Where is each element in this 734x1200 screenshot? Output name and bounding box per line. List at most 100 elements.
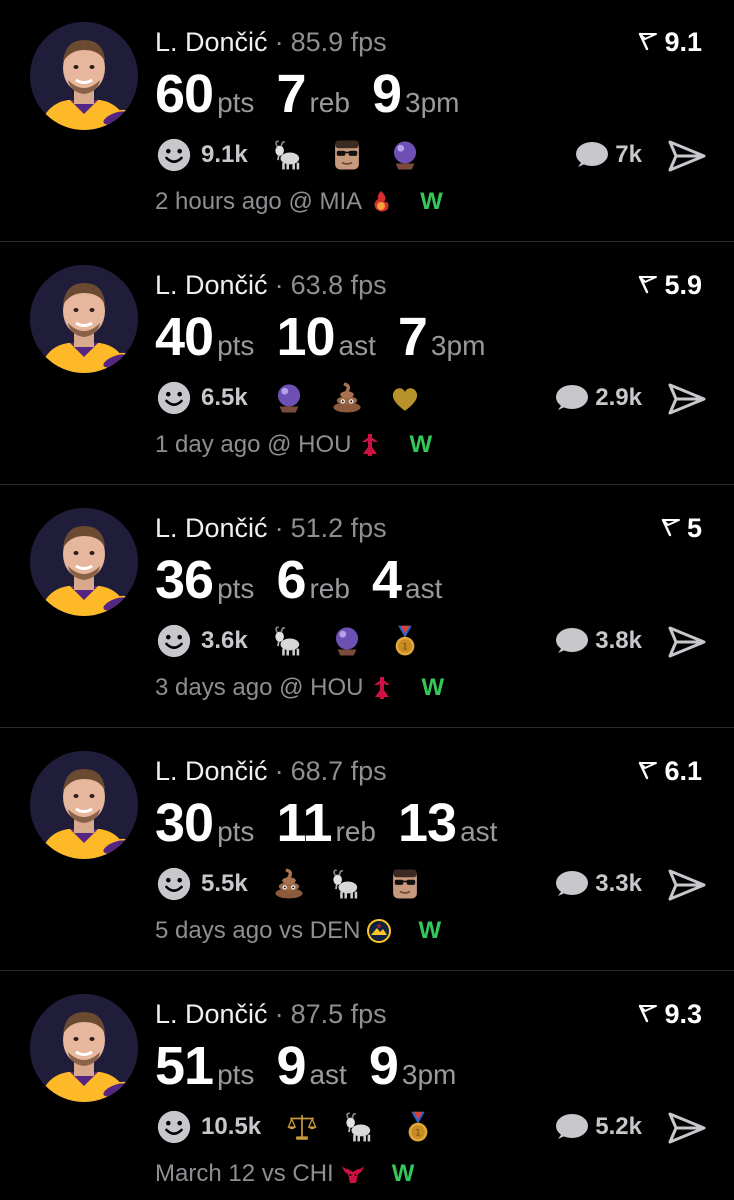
- reactions-row: 3.6k 1: [155, 622, 444, 660]
- reactions-row: 5.5k: [155, 865, 444, 903]
- bulls-logo: [340, 1161, 366, 1187]
- stat-value: 11: [276, 793, 332, 853]
- goat-emoji[interactable]: [270, 622, 308, 660]
- rating-value: 6.1: [664, 756, 702, 786]
- stat-value: 7: [276, 64, 306, 124]
- gold-medal-emoji[interactable]: 1: [386, 622, 424, 660]
- fantasy-points: 51.2 fps: [290, 513, 387, 543]
- crystal-ball-emoji[interactable]: [270, 379, 308, 417]
- post-time: 5 days ago: [155, 917, 273, 944]
- opponent: vs CHI: [261, 1160, 334, 1187]
- reactions-row: 6.5k: [155, 379, 444, 417]
- player-name[interactable]: L. Dončić: [155, 756, 268, 786]
- rating-value: 5.9: [664, 270, 702, 300]
- comments-button[interactable]: 7k: [573, 136, 642, 174]
- stat-unit: pts: [217, 1059, 255, 1090]
- game-result: W: [418, 917, 442, 944]
- sunglasses-man-emoji[interactable]: [328, 136, 366, 174]
- stat-value: 40: [155, 307, 214, 367]
- opponent: vs DEN: [279, 917, 361, 944]
- smiley-icon[interactable]: [155, 865, 193, 903]
- player-avatar[interactable]: [30, 265, 138, 373]
- rating-value: 5: [686, 513, 702, 543]
- svg-text:1: 1: [402, 643, 407, 653]
- poop-emoji[interactable]: [328, 379, 366, 417]
- smiley-icon[interactable]: [155, 136, 193, 174]
- smiley-icon[interactable]: [155, 1108, 193, 1146]
- gold-heart-emoji[interactable]: [386, 379, 424, 417]
- post-time: 2 hours ago: [155, 188, 282, 215]
- game-result: W: [421, 674, 445, 701]
- separator-dot: ·: [274, 513, 284, 543]
- sunglasses-man-emoji[interactable]: [386, 865, 424, 903]
- stat-item: 30 pts: [155, 793, 254, 853]
- rating-badge: 5: [661, 512, 702, 544]
- game-meta: 5 days ago vs DEN W: [155, 917, 441, 945]
- rating-value: 9.1: [664, 27, 702, 57]
- share-arrow-icon[interactable]: [668, 626, 706, 658]
- rating-flag-icon: [638, 998, 664, 1030]
- share-arrow-icon[interactable]: [668, 869, 706, 901]
- reaction-count: 9.1k: [201, 141, 248, 168]
- stat-item: 11 reb: [276, 793, 376, 853]
- post-card[interactable]: L. Dončić · 63.8 fps 5.9 40 pts 10 ast 7 3pm 6.5k 2…: [0, 243, 734, 485]
- separator-dot: ·: [274, 27, 284, 57]
- player-avatar[interactable]: [30, 508, 138, 616]
- player-avatar[interactable]: [30, 994, 138, 1102]
- rating-badge: 9.1: [638, 26, 702, 58]
- stat-item: 7 reb: [276, 64, 350, 124]
- player-name[interactable]: L. Dončić: [155, 999, 268, 1029]
- smiley-icon[interactable]: [155, 379, 193, 417]
- stat-value: 36: [155, 550, 214, 610]
- stat-line: 60 pts 7 reb 9 3pm: [155, 64, 481, 124]
- rating-flag-icon: [638, 269, 664, 301]
- separator-dot: ·: [274, 270, 284, 300]
- meta-space: [272, 917, 279, 945]
- comments-button[interactable]: 3.3k: [553, 865, 642, 903]
- post-card[interactable]: L. Dončić · 51.2 fps 5 36 pts 6 reb 4 ast 3.6k 1 3.8…: [0, 486, 734, 728]
- player-name[interactable]: L. Dončić: [155, 27, 268, 57]
- share-arrow-icon[interactable]: [668, 383, 706, 415]
- post-card[interactable]: L. Dončić · 85.9 fps 9.1 60 pts 7 reb 9 3pm 9.1k 7k…: [0, 0, 734, 242]
- opponent: @ MIA: [288, 188, 363, 215]
- stat-item: 9 3pm: [369, 1036, 457, 1096]
- stat-value: 10: [276, 307, 335, 367]
- stat-unit: ast: [405, 573, 443, 604]
- heat-logo: [368, 189, 394, 215]
- stat-value: 7: [397, 307, 428, 367]
- gold-medal-emoji[interactable]: 1: [399, 1108, 437, 1146]
- goat-emoji[interactable]: [341, 1108, 379, 1146]
- game-meta: 3 days ago @ HOU W: [155, 674, 444, 702]
- post-card[interactable]: L. Dončić · 87.5 fps 9.3 51 pts 9 ast 9 3pm 10.5k 1…: [0, 972, 734, 1200]
- crystal-ball-emoji[interactable]: [328, 622, 366, 660]
- stat-value: 13: [398, 793, 457, 853]
- goat-emoji[interactable]: [328, 865, 366, 903]
- svg-text:1: 1: [415, 1129, 420, 1139]
- rating-value: 9.3: [664, 999, 702, 1029]
- meta-space: [272, 674, 279, 702]
- smiley-icon[interactable]: [155, 622, 193, 660]
- scales-emoji[interactable]: [283, 1108, 321, 1146]
- post-card[interactable]: L. Dončić · 68.7 fps 6.1 30 pts 11 reb 13 ast 5.5k…: [0, 729, 734, 971]
- rating-flag-icon: [661, 512, 687, 544]
- meta-space: [255, 1160, 262, 1188]
- comments-button[interactable]: 3.8k: [553, 622, 642, 660]
- post-time: March 12: [155, 1160, 256, 1187]
- post-header: L. Dončić · 85.9 fps: [155, 26, 387, 58]
- player-avatar[interactable]: [30, 22, 138, 130]
- rating-badge: 9.3: [638, 998, 702, 1030]
- stat-value: 30: [155, 793, 214, 853]
- comments-button[interactable]: 5.2k: [553, 1108, 642, 1146]
- share-arrow-icon[interactable]: [668, 1112, 706, 1144]
- fantasy-points: 63.8 fps: [290, 270, 387, 300]
- crystal-ball-emoji[interactable]: [386, 136, 424, 174]
- comment-count: 2.9k: [595, 384, 642, 411]
- poop-emoji[interactable]: [270, 865, 308, 903]
- player-name[interactable]: L. Dončić: [155, 513, 268, 543]
- goat-emoji[interactable]: [270, 136, 308, 174]
- nuggets-logo: [366, 918, 392, 944]
- player-name[interactable]: L. Dončić: [155, 270, 268, 300]
- comments-button[interactable]: 2.9k: [553, 379, 642, 417]
- share-arrow-icon[interactable]: [668, 140, 706, 172]
- player-avatar[interactable]: [30, 751, 138, 859]
